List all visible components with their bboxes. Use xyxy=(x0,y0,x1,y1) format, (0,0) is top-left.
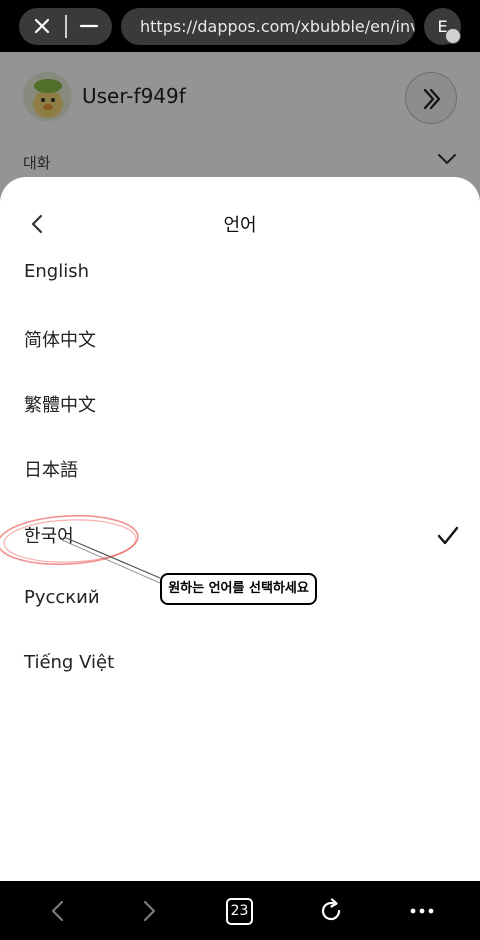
browser-bottom-bar: 23 xyxy=(0,881,480,940)
language-label: English xyxy=(24,261,89,282)
language-label: Tiếng Việt xyxy=(24,652,115,673)
back-arrow-icon[interactable] xyxy=(45,898,71,924)
language-option-english[interactable]: English xyxy=(0,245,480,305)
language-option-traditional-chinese[interactable]: 繁體中文 xyxy=(0,375,480,435)
language-label: 繁體中文 xyxy=(24,395,96,416)
browser-top-bar: https://dappos.com/xbubble/en/inv... E xyxy=(0,0,480,52)
language-label: Русский xyxy=(24,587,100,608)
divider xyxy=(65,15,67,38)
check-icon xyxy=(437,526,459,545)
tabs-button[interactable]: 23 xyxy=(226,898,253,925)
language-sheet: 언어 English 简体中文 繁體中文 日本語 한국어 Русский Tiế… xyxy=(0,177,480,881)
url-bar[interactable]: https://dappos.com/xbubble/en/inv... xyxy=(121,8,415,45)
language-label: 日本語 xyxy=(24,460,78,481)
close-icon[interactable] xyxy=(30,14,54,38)
sheet-title: 언어 xyxy=(223,215,257,236)
language-option-korean[interactable]: 한국어 xyxy=(0,506,480,566)
more-icon[interactable] xyxy=(409,898,435,924)
download-badge-icon xyxy=(445,28,461,44)
annotation-callout: 원하는 언어를 선택하세요 xyxy=(160,573,317,605)
language-label: 한국어 xyxy=(24,526,74,547)
language-option-simplified-chinese[interactable]: 简体中文 xyxy=(0,310,480,370)
tab-controls xyxy=(19,8,112,45)
language-option-japanese[interactable]: 日本語 xyxy=(0,440,480,500)
refresh-icon[interactable] xyxy=(318,898,344,924)
minimize-icon[interactable] xyxy=(77,14,101,38)
forward-arrow-icon[interactable] xyxy=(136,898,162,924)
language-option-vietnamese[interactable]: Tiếng Việt xyxy=(0,636,480,696)
language-label: 简体中文 xyxy=(24,330,96,351)
